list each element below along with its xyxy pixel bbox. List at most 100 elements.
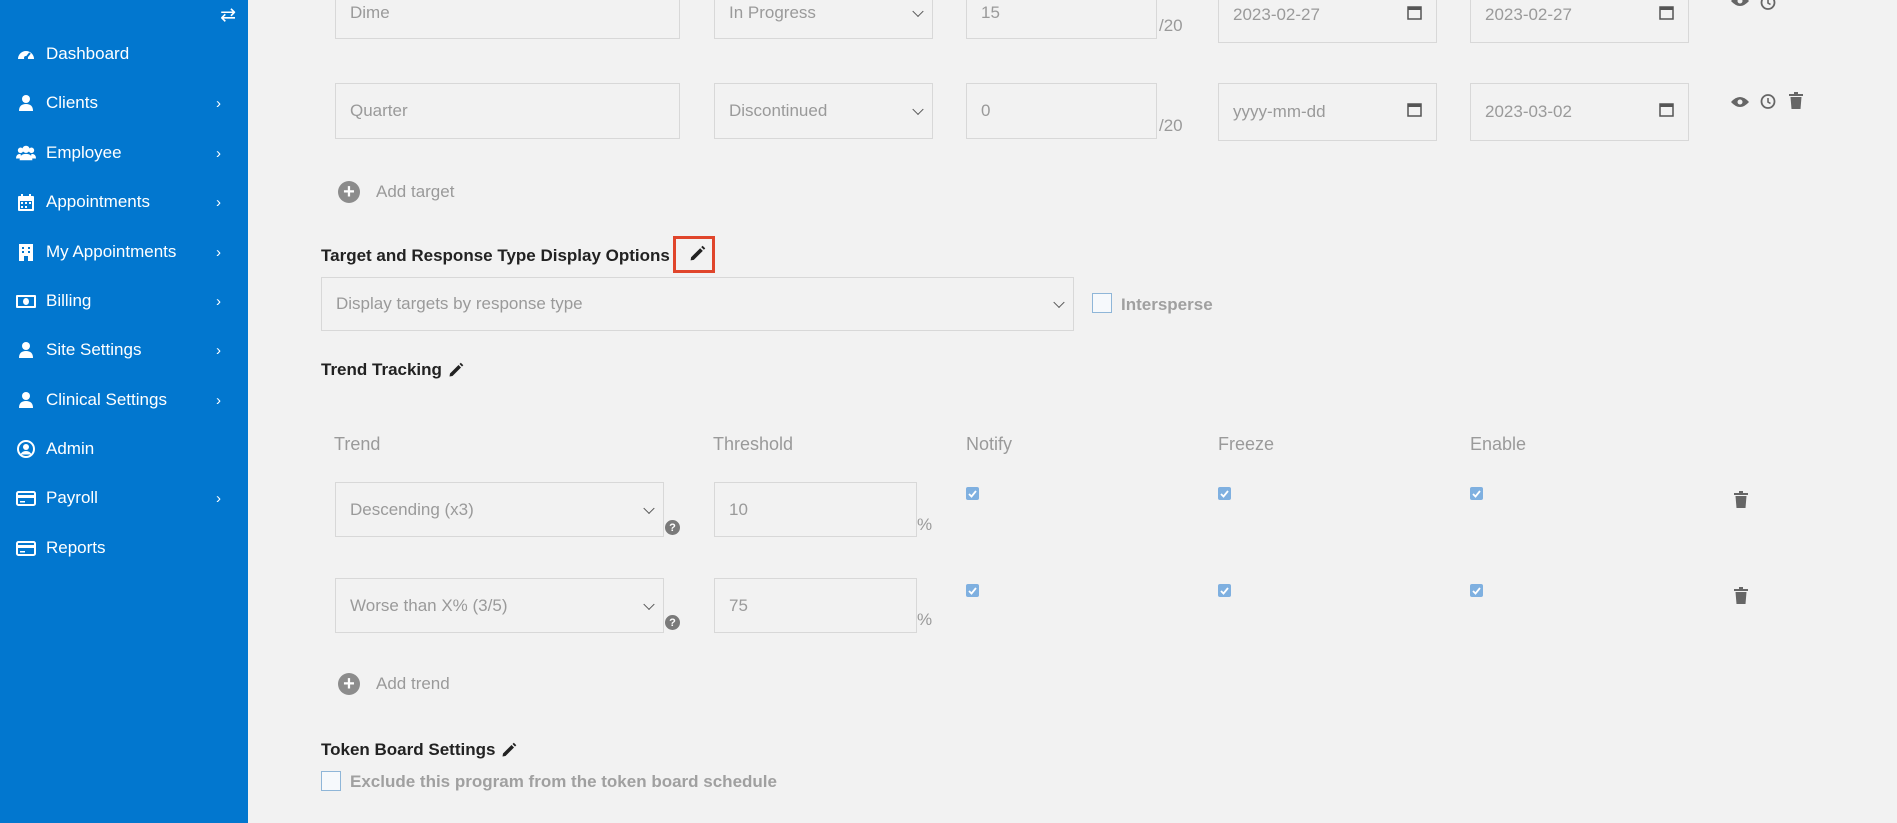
target-status-select[interactable]: Discontinued (714, 83, 933, 139)
target-end-date[interactable]: 2023-03-02 (1470, 83, 1689, 141)
sidebar-item-billing[interactable]: Billing › (0, 279, 248, 323)
chevron-down-icon (912, 103, 924, 116)
sidebar-item-appointments[interactable]: Appointments › (0, 180, 248, 224)
credit-card-icon (16, 488, 36, 508)
history-icon[interactable] (1759, 0, 1776, 15)
chevron-right-icon: › (216, 243, 221, 261)
plus-circle-icon: + (338, 181, 360, 203)
trash-icon[interactable] (1734, 491, 1748, 513)
user-icon (16, 340, 36, 360)
user-circle-icon (16, 439, 36, 459)
column-header-freeze: Freeze (1218, 434, 1275, 454)
calendar-icon (16, 192, 36, 212)
score-max: /20 (1159, 116, 1183, 135)
sidebar-item-label: Clients (46, 93, 98, 112)
enable-checkbox[interactable] (1470, 487, 1483, 500)
question-circle-icon[interactable]: ? (665, 615, 680, 630)
eye-icon[interactable] (1731, 95, 1749, 112)
calendar-icon[interactable] (1407, 102, 1422, 122)
eye-icon[interactable] (1731, 0, 1749, 11)
sidebar-item-reports[interactable]: Reports (0, 526, 248, 570)
trend-select[interactable]: Worse than X% (3/5) (335, 578, 664, 633)
chevron-down-icon (643, 598, 655, 610)
chevron-right-icon: › (216, 94, 221, 112)
sidebar-item-label: My Appointments (46, 242, 177, 261)
sidebar-item-label: Site Settings (46, 340, 142, 359)
swap-arrows-icon[interactable]: ⇄ (220, 4, 236, 27)
users-icon (16, 143, 36, 163)
add-trend-button[interactable]: + Add trend (338, 673, 450, 695)
trend-select[interactable]: Descending (x3) (335, 482, 664, 537)
display-options-title: Target and Response Type Display Options (321, 246, 670, 265)
calendar-icon[interactable] (1659, 5, 1674, 25)
trash-icon[interactable] (1789, 92, 1803, 113)
tachometer-icon (16, 44, 36, 64)
sidebar-item-payroll[interactable]: Payroll › (0, 476, 248, 520)
notify-checkbox[interactable] (966, 487, 979, 500)
sidebar: ⇄ Dashboard Clients › Employee › Appoint… (0, 0, 248, 823)
calendar-icon[interactable] (1659, 102, 1674, 122)
target-score-input[interactable]: 0 (966, 83, 1157, 139)
highlight-box (673, 236, 715, 273)
intersperse-checkbox[interactable] (1092, 293, 1112, 313)
credit-card-icon (16, 538, 36, 558)
freeze-checkbox[interactable] (1218, 487, 1231, 500)
chevron-right-icon: › (216, 489, 221, 507)
chevron-right-icon: › (216, 144, 221, 162)
sidebar-item-clients[interactable]: Clients › (0, 81, 248, 125)
column-header-trend: Trend (334, 434, 381, 454)
chevron-down-icon (912, 5, 924, 17)
target-name-input[interactable]: Dime (335, 0, 680, 39)
freeze-checkbox[interactable] (1218, 584, 1231, 597)
sidebar-item-clinical-settings[interactable]: Clinical Settings › (0, 378, 248, 422)
history-icon[interactable] (1759, 93, 1776, 114)
column-header-enable: Enable (1470, 434, 1527, 454)
building-icon (16, 242, 36, 262)
display-mode-select[interactable]: Display targets by response type (321, 277, 1074, 331)
chevron-right-icon: › (216, 292, 221, 310)
chevron-right-icon: › (216, 341, 221, 359)
chevron-down-icon (643, 502, 655, 514)
sidebar-item-dashboard[interactable]: Dashboard (0, 32, 248, 76)
exclude-token-board-label: Exclude this program from the token boar… (350, 772, 777, 791)
chevron-right-icon: › (216, 391, 221, 409)
target-end-date[interactable]: 2023-02-27 (1470, 0, 1689, 43)
sidebar-item-label: Dashboard (46, 44, 130, 63)
sidebar-item-label: Admin (46, 439, 95, 458)
sidebar-item-my-appointments[interactable]: My Appointments › (0, 230, 248, 274)
threshold-input[interactable]: 75 (714, 578, 917, 633)
column-header-notify: Notify (966, 434, 1013, 454)
sidebar-item-label: Appointments (46, 192, 150, 211)
target-score-input[interactable]: 15 (966, 0, 1157, 39)
chevron-right-icon: › (216, 193, 221, 211)
sidebar-item-employee[interactable]: Employee › (0, 131, 248, 175)
sidebar-item-label: Reports (46, 538, 106, 557)
percent-unit: % (917, 610, 933, 629)
target-start-date[interactable]: 2023-02-27 (1218, 0, 1437, 43)
score-max: /20 (1159, 16, 1183, 35)
trash-icon[interactable] (1734, 587, 1748, 609)
percent-unit: % (917, 515, 933, 534)
sidebar-item-admin[interactable]: Admin (0, 427, 248, 471)
intersperse-label: Intersperse (1121, 295, 1213, 314)
chevron-down-icon (1053, 296, 1065, 309)
user-icon (16, 390, 36, 410)
target-start-date[interactable]: yyyy-mm-dd (1218, 83, 1437, 141)
column-header-threshold: Threshold (713, 434, 794, 454)
notify-checkbox[interactable] (966, 584, 979, 597)
question-circle-icon[interactable]: ? (665, 520, 680, 535)
add-target-button[interactable]: + Add target (338, 181, 454, 203)
sidebar-item-site-settings[interactable]: Site Settings › (0, 328, 248, 372)
target-status-select[interactable]: In Progress (714, 0, 933, 39)
pencil-icon[interactable] (448, 362, 464, 378)
pencil-icon[interactable] (501, 742, 517, 758)
user-icon (16, 93, 36, 113)
target-name-input[interactable]: Quarter (335, 83, 680, 139)
sidebar-item-label: Clinical Settings (46, 390, 167, 409)
threshold-input[interactable]: 10 (714, 482, 917, 537)
exclude-token-board-checkbox[interactable] (321, 771, 341, 791)
enable-checkbox[interactable] (1470, 584, 1483, 597)
token-board-title: Token Board Settings (321, 740, 517, 760)
calendar-icon[interactable] (1407, 5, 1422, 25)
sidebar-item-label: Payroll (46, 488, 98, 507)
